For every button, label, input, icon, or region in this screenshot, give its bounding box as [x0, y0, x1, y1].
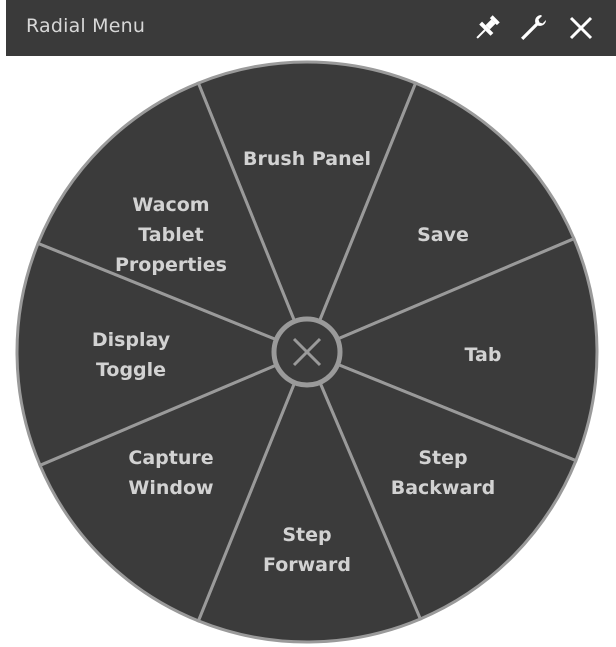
menu-item-label-line: Wacom — [132, 194, 209, 216]
menu-item-label-line: Forward — [263, 554, 351, 576]
menu-item-label: Brush Panel — [243, 148, 371, 170]
menu-item-label-line: Save — [417, 224, 469, 246]
menu-item-label-line: Step — [282, 524, 331, 546]
menu-item-label-line: Capture — [128, 447, 213, 469]
menu-item-label: Tab — [465, 344, 502, 366]
menu-item-label-line: Brush Panel — [243, 148, 371, 170]
menu-item-label-line: Properties — [115, 254, 227, 276]
menu-item-label-line: Display — [92, 329, 171, 351]
menu-item-label-line: Backward — [391, 477, 496, 499]
radial-menu: Brush Panel Save Tab Step Backward Step Forwar… — [15, 60, 599, 644]
menu-item-label-line: Tablet — [138, 224, 203, 246]
menu-item-label-line: Toggle — [96, 359, 166, 381]
center-close-button[interactable] — [271, 316, 343, 388]
menu-item-label: Save — [417, 224, 469, 246]
menu-item-label-line: Step — [418, 447, 467, 469]
menu-item-label-line: Window — [128, 477, 213, 499]
menu-item-label-line: Tab — [465, 344, 502, 366]
